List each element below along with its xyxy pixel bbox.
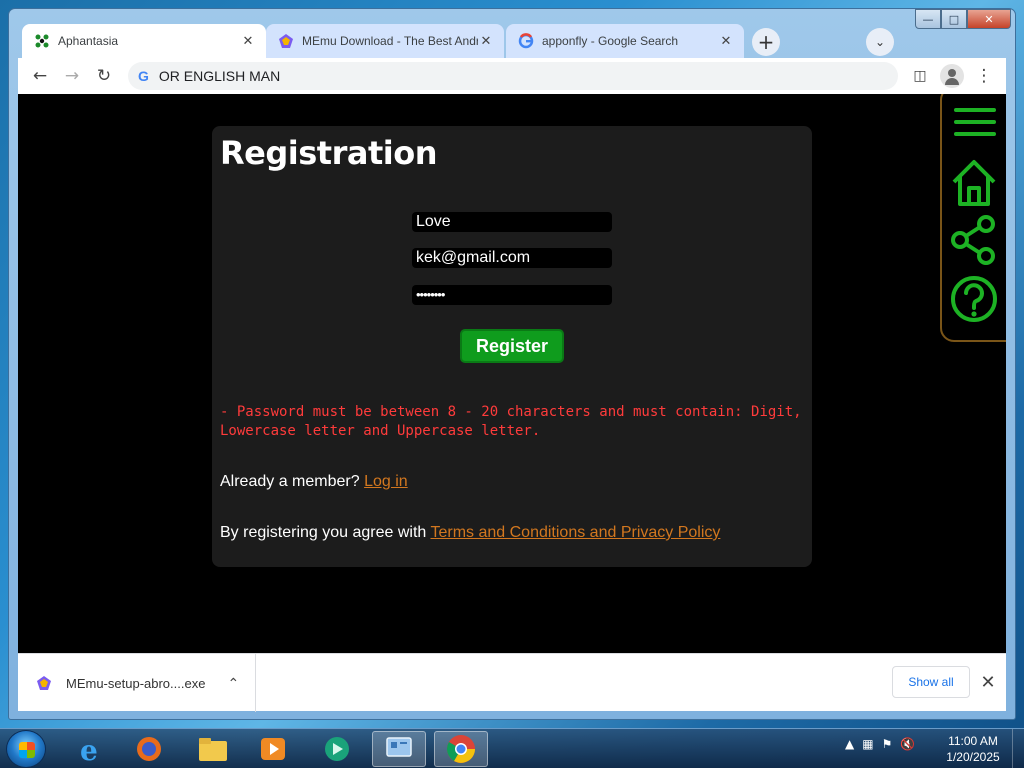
memu-file-icon xyxy=(37,676,51,690)
page-title: Registration xyxy=(220,134,437,172)
already-member-text: Already a member? Log in xyxy=(220,473,408,491)
svg-text:e: e xyxy=(80,734,98,764)
firefox-icon[interactable] xyxy=(122,731,176,767)
back-arrow-icon[interactable]: ← xyxy=(28,64,52,88)
more-options-icon[interactable]: ⋮ xyxy=(972,64,996,88)
tab-title: Aphantasia xyxy=(58,34,119,48)
control-panel-icon[interactable] xyxy=(372,731,426,767)
email-field[interactable]: kek@gmail.com xyxy=(412,248,612,268)
home-icon[interactable] xyxy=(950,158,998,208)
menu-icon[interactable] xyxy=(950,102,998,142)
tab-google-search[interactable]: apponfly - Google Search ✕ xyxy=(506,24,744,58)
share-icon[interactable] xyxy=(950,214,998,266)
reload-icon[interactable]: ↻ xyxy=(92,64,116,88)
clock-date: 1/20/2025 xyxy=(946,750,1000,764)
help-icon[interactable] xyxy=(950,274,998,324)
close-icon[interactable]: ✕ xyxy=(240,33,256,49)
download-item[interactable]: MEmu-setup-abro....exe ⌃ xyxy=(18,654,256,712)
volume-muted-icon[interactable]: 🔇 xyxy=(900,737,915,751)
password-error-message: - Password must be between 8 - 20 charac… xyxy=(220,404,802,439)
address-text: OR ENGLISH MAN xyxy=(158,68,281,84)
tab-memu[interactable]: MEmu Download - The Best Andr ✕ xyxy=(266,24,504,58)
aphantasia-favicon xyxy=(35,34,49,48)
start-button[interactable] xyxy=(6,730,46,768)
close-download-bar-icon[interactable]: ✕ xyxy=(976,672,1000,696)
member-label: Already a member? xyxy=(220,473,360,490)
google-favicon xyxy=(518,33,534,49)
browser-toolbar: ← → ↻ G OR ENGLISH MAN ◫ ⋮ xyxy=(18,58,1006,94)
terms-label: By registering you agree with xyxy=(220,524,427,541)
password-field[interactable]: •••••••• xyxy=(412,285,612,305)
download-filename: MEmu-setup-abro....exe xyxy=(66,675,206,691)
download-bar: MEmu-setup-abro....exe ⌃ Show all ✕ xyxy=(18,653,1006,712)
action-center-flag-icon[interactable]: ⚑ xyxy=(882,737,893,751)
address-bar[interactable]: G OR ENGLISH MAN xyxy=(128,62,898,90)
tab-title: MEmu Download - The Best Andr xyxy=(302,34,478,48)
new-tab-button[interactable]: + xyxy=(752,28,780,56)
memu-favicon xyxy=(279,34,293,48)
forward-arrow-icon[interactable]: → xyxy=(60,64,84,88)
terms-text: By registering you agree with Terms and … xyxy=(220,524,720,542)
media-player-icon[interactable] xyxy=(246,731,300,767)
tab-search-chevron-icon[interactable]: ⌄ xyxy=(866,28,894,56)
registration-card: Registration Love kek@gmail.com ••••••••… xyxy=(212,126,812,567)
app-icon[interactable] xyxy=(310,731,364,767)
tab-aphantasia[interactable]: Aphantasia ✕ xyxy=(22,24,266,58)
system-tray: ▲ ▦ ⚑ 🔇 xyxy=(845,737,915,751)
clock-time: 11:00 AM xyxy=(948,734,998,748)
page-viewport: Registration Love kek@gmail.com ••••••••… xyxy=(18,94,1006,653)
tab-strip: Aphantasia ✕ MEmu Download - The Best An… xyxy=(18,22,1006,58)
register-button[interactable]: Register xyxy=(460,329,564,363)
close-icon[interactable]: ✕ xyxy=(478,33,494,49)
chrome-icon[interactable] xyxy=(434,731,488,767)
chevron-up-icon[interactable]: ⌃ xyxy=(227,675,239,692)
profile-avatar-icon[interactable] xyxy=(940,64,964,88)
side-panel-icon[interactable]: ◫ xyxy=(908,64,932,88)
username-field[interactable]: Love xyxy=(412,212,612,232)
internet-explorer-icon[interactable]: e xyxy=(64,731,118,767)
file-explorer-icon[interactable] xyxy=(186,731,240,767)
show-all-button[interactable]: Show all xyxy=(892,666,970,698)
tab-title: apponfly - Google Search xyxy=(542,34,679,48)
google-icon: G xyxy=(138,68,149,84)
terms-link[interactable]: Terms and Conditions and Privacy Policy xyxy=(430,524,720,541)
login-link[interactable]: Log in xyxy=(364,473,408,490)
network-icon[interactable]: ▦ xyxy=(862,737,873,751)
taskbar: e ▲ ▦ ⚑ 🔇 11:00 AM 1/20/2025 xyxy=(0,728,1024,768)
side-navigation xyxy=(940,94,1006,342)
show-desktop-button[interactable] xyxy=(1012,729,1024,768)
show-hidden-icons-icon[interactable]: ▲ xyxy=(845,737,854,751)
clock[interactable]: 11:00 AM 1/20/2025 xyxy=(938,733,1008,765)
close-icon[interactable]: ✕ xyxy=(718,33,734,49)
